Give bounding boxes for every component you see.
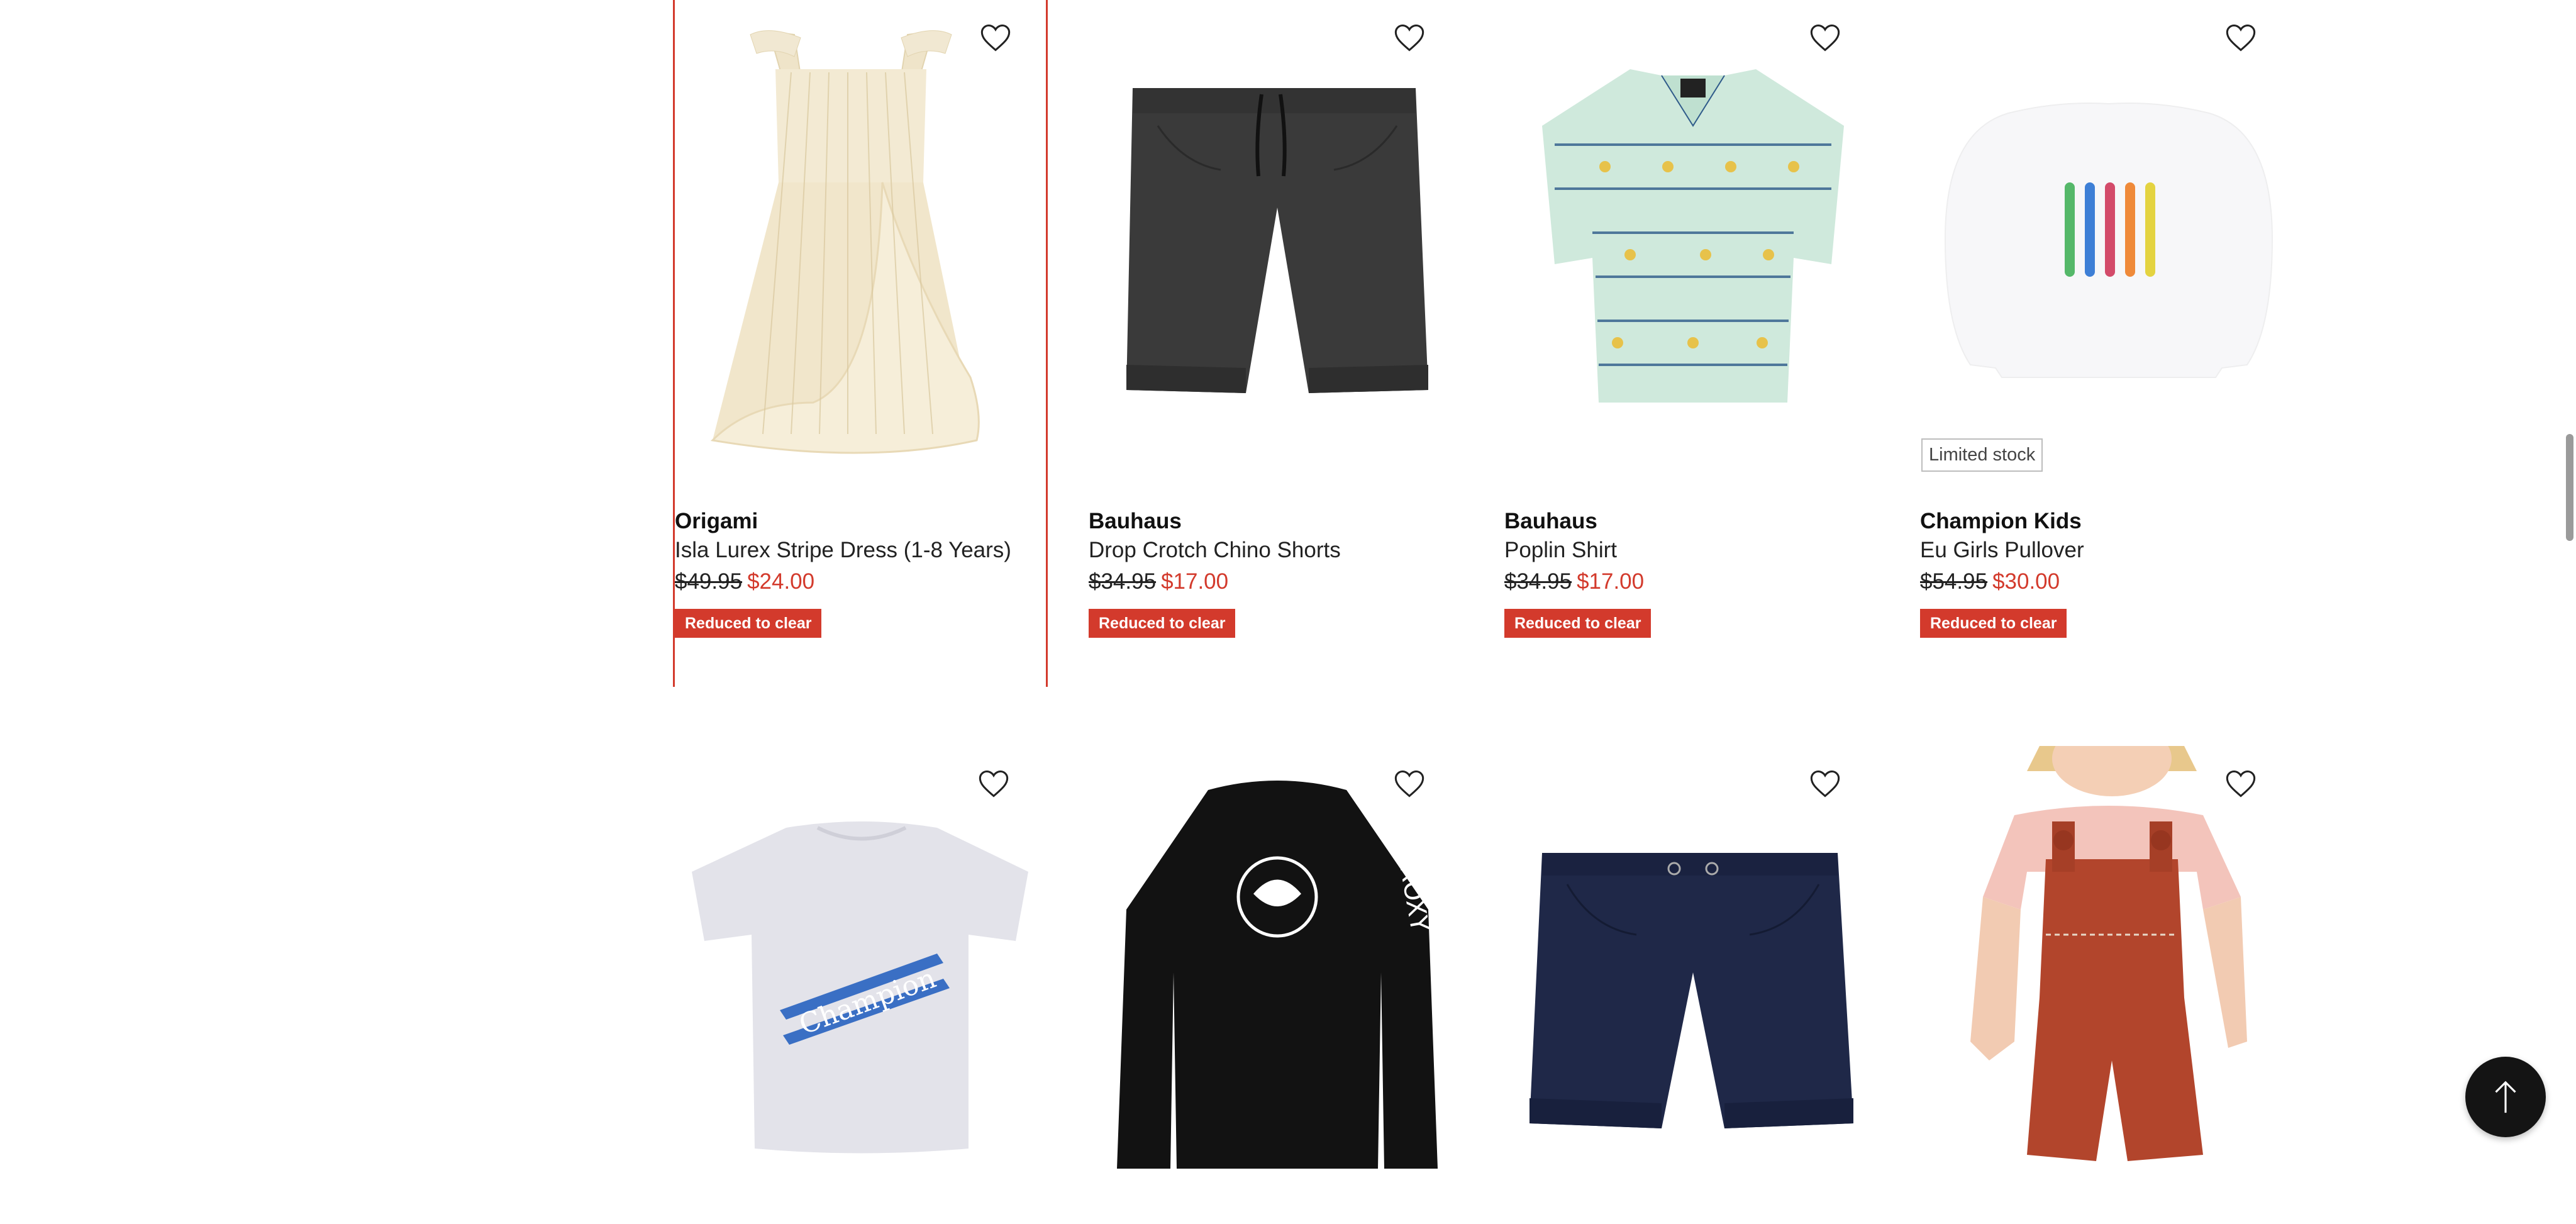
- product-name[interactable]: Eu Girls Pullover: [1920, 536, 2291, 565]
- wishlist-button[interactable]: [2224, 769, 2270, 814]
- heart-outline-icon: [979, 770, 1009, 798]
- product-image[interactable]: [1920, 746, 2295, 1224]
- product-brand[interactable]: Bauhaus: [1504, 508, 1668, 535]
- product-info: Bauhaus Poplin Shirt $34.95 $17.00 Reduce…: [1504, 508, 1875, 638]
- limited-stock-label: Limited stock: [1921, 438, 2043, 472]
- product-info: Bauhaus Drop Crotch Chino Shorts $34.95 $…: [1089, 508, 1460, 638]
- heart-outline-icon: [1394, 770, 1424, 798]
- product-image[interactable]: ROXY: [1089, 746, 1463, 1224]
- product-card[interactable]: Bauhaus Poplin Shirt $34.95 $17.00 Reduce…: [1504, 0, 1879, 687]
- heart-outline-icon: [2226, 770, 2256, 798]
- heart-outline-icon: [2226, 24, 2256, 52]
- product-card[interactable]: [1504, 746, 1879, 1169]
- product-image[interactable]: Champion: [673, 746, 1048, 1224]
- product-info: Champion Kids Eu Girls Pullover $54.95 $3…: [1920, 508, 2291, 638]
- wishlist-button[interactable]: [979, 23, 1024, 68]
- product-brand[interactable]: Bauhaus: [1089, 508, 1252, 535]
- product-name[interactable]: Poplin Shirt: [1504, 536, 1875, 565]
- was-price: $54.95: [1920, 569, 1988, 594]
- now-price: $17.00: [1577, 569, 1645, 594]
- now-price: $30.00: [1992, 569, 2060, 594]
- price-row: $34.95 $17.00: [1504, 566, 1875, 598]
- price-row: $49.95 $24.00: [675, 566, 1046, 598]
- product-brand[interactable]: Champion Kids: [1920, 508, 2084, 535]
- was-price: $49.95: [675, 569, 743, 594]
- wishlist-button[interactable]: [977, 769, 1023, 814]
- page-scrollbar[interactable]: [2562, 0, 2576, 1169]
- product-image[interactable]: [675, 0, 1050, 478]
- heart-outline-icon: [1810, 770, 1840, 798]
- arrow-up-icon: [2495, 1081, 2516, 1113]
- price-row: $34.95 $17.00: [1089, 566, 1460, 598]
- product-card[interactable]: ROXY: [1089, 746, 1463, 1169]
- product-info: Origami Isla Lurex Stripe Dress (1-8 Yea…: [675, 508, 1046, 638]
- product-card[interactable]: Limited stock Champion Kids Eu Girls Pul…: [1920, 0, 2295, 687]
- was-price: $34.95: [1504, 569, 1572, 594]
- was-price: $34.95: [1089, 569, 1157, 594]
- product-image[interactable]: [1504, 746, 1879, 1224]
- heart-outline-icon: [1394, 24, 1424, 52]
- product-name[interactable]: Isla Lurex Stripe Dress (1-8 Years): [675, 536, 1046, 565]
- sale-badge: Reduced to clear: [675, 609, 822, 638]
- wishlist-button[interactable]: [1393, 23, 1438, 68]
- product-name[interactable]: Drop Crotch Chino Shorts: [1089, 536, 1460, 565]
- now-price: $17.00: [1161, 569, 1229, 594]
- now-price: $24.00: [747, 569, 815, 594]
- wishlist-button[interactable]: [2224, 23, 2270, 68]
- product-image[interactable]: [1504, 0, 1879, 478]
- product-card[interactable]: Bauhaus Drop Crotch Chino Shorts $34.95 $…: [1089, 0, 1463, 687]
- wishlist-button[interactable]: [1393, 769, 1438, 814]
- wishlist-button[interactable]: [1809, 23, 1854, 68]
- back-to-top-button[interactable]: [2465, 1057, 2546, 1137]
- scrollbar-thumb[interactable]: [2566, 434, 2573, 541]
- sale-badge: Reduced to clear: [1089, 609, 1236, 638]
- product-card[interactable]: [1920, 746, 2295, 1169]
- product-card[interactable]: Champion: [673, 746, 1048, 1169]
- sale-badge: Reduced to clear: [1504, 609, 1652, 638]
- product-image[interactable]: [1089, 0, 1463, 478]
- sale-badge: Reduced to clear: [1920, 609, 2067, 638]
- wishlist-button[interactable]: [1809, 769, 1854, 814]
- price-row: $54.95 $30.00: [1920, 566, 2291, 598]
- product-brand[interactable]: Origami: [675, 508, 838, 535]
- heart-outline-icon: [980, 24, 1011, 52]
- product-card[interactable]: Origami Isla Lurex Stripe Dress (1-8 Yea…: [673, 0, 1048, 687]
- heart-outline-icon: [1810, 24, 1840, 52]
- product-image[interactable]: Limited stock: [1920, 0, 2295, 478]
